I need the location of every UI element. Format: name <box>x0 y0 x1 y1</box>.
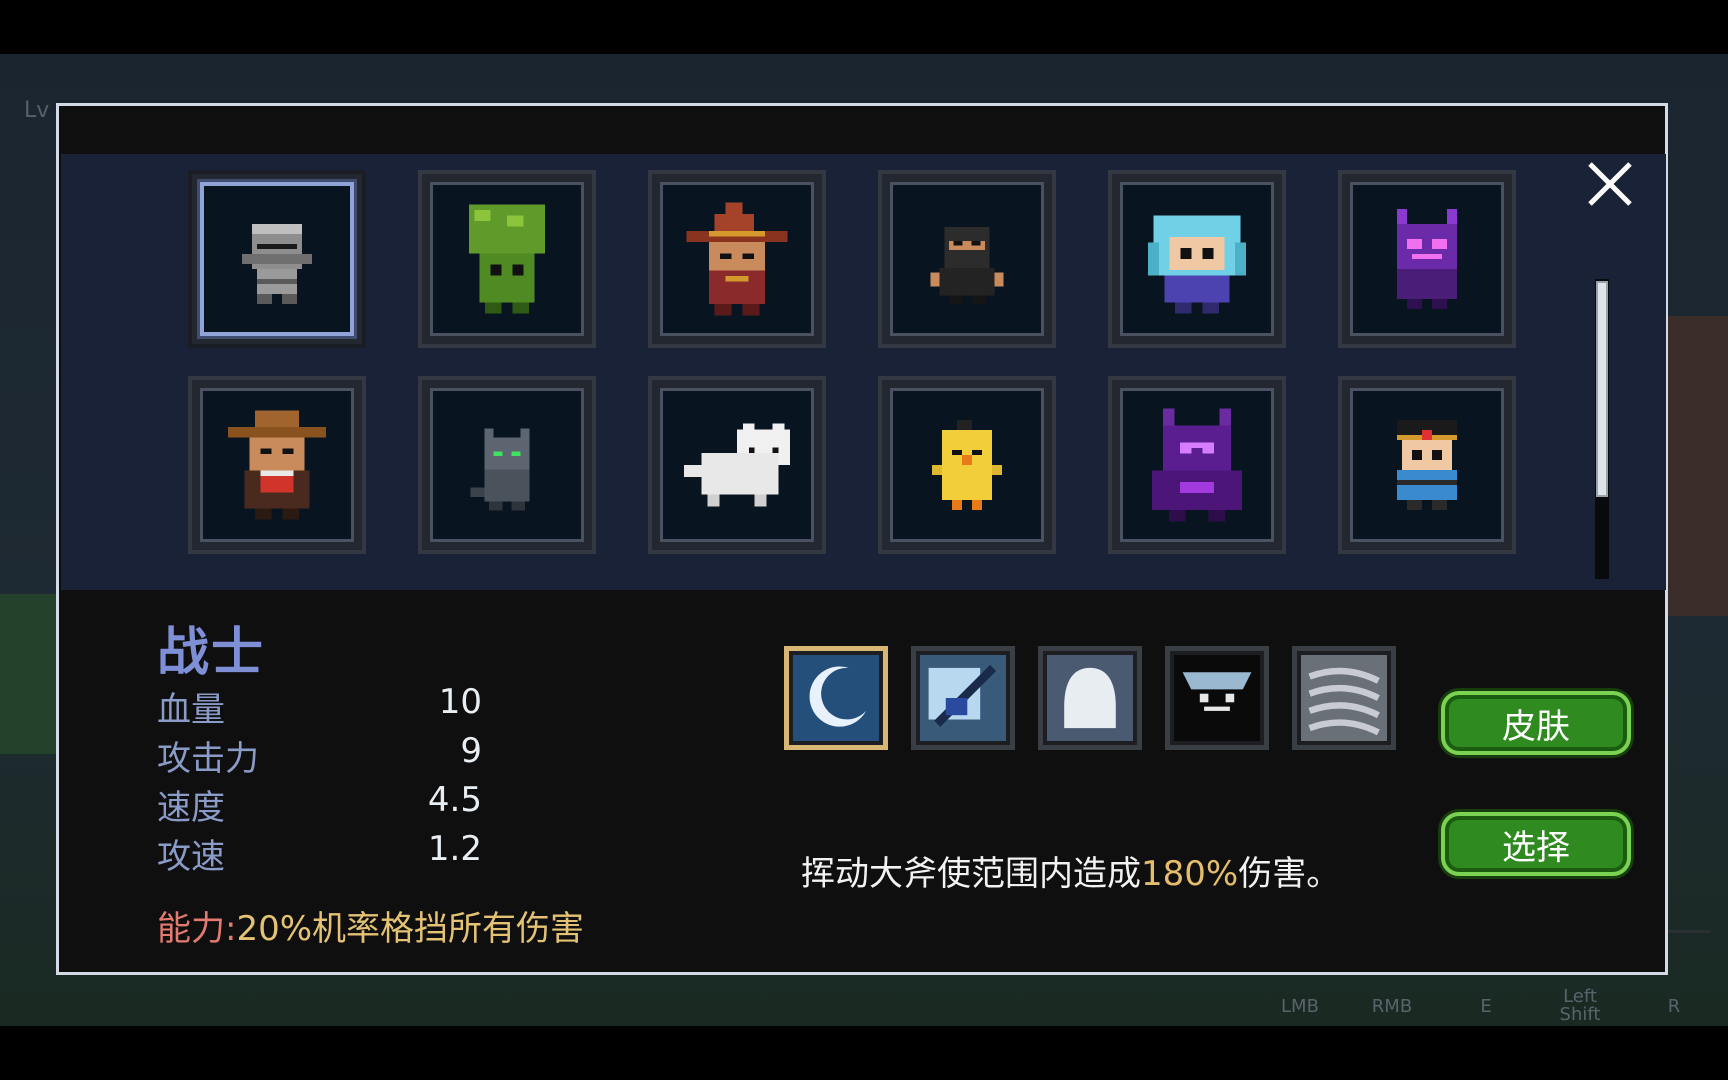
background-grass <box>0 594 60 754</box>
card-inner <box>660 388 814 542</box>
skill-description-highlight: 180% <box>1141 854 1239 894</box>
roster-scrollbar[interactable] <box>1595 279 1609 579</box>
yellow-chick-icon <box>932 420 1002 510</box>
hotkey-r: R <box>1667 996 1681 1017</box>
skill-description-end: 伤害。 <box>1238 854 1341 894</box>
hotkey-left-shift: Left Shift <box>1559 986 1601 1025</box>
character-card-witch[interactable] <box>648 170 826 348</box>
ability-text: 能力:20%机率格挡所有伤害 <box>157 901 584 950</box>
stat-value-speed: 4.5 <box>427 780 482 820</box>
skill-slot-spirit-face[interactable] <box>1165 646 1269 750</box>
character-card-ninja[interactable] <box>878 170 1056 348</box>
skin-button[interactable]: 皮肤 <box>1441 691 1631 755</box>
gray-cat-icon <box>470 428 530 511</box>
witch-icon <box>686 202 788 316</box>
skill-slot-axe[interactable] <box>911 646 1015 750</box>
cowboy-icon <box>227 410 327 520</box>
card-inner <box>1120 182 1274 336</box>
stat-value-hp: 10 <box>438 682 482 722</box>
character-card-purple-demon[interactable] <box>1338 170 1516 348</box>
ghost-shroud-icon <box>1047 655 1133 741</box>
spirit-face-icon <box>1174 655 1260 741</box>
background-house <box>1664 316 1728 616</box>
roster-scroll-thumb[interactable] <box>1596 281 1608 497</box>
card-inner <box>1350 182 1504 336</box>
purple-demon-icon <box>1397 209 1457 309</box>
character-card-broccoli[interactable] <box>418 170 596 348</box>
skill-description: 挥动大斧使范围内造成180%伤害。 <box>801 846 1340 895</box>
character-card-knight[interactable] <box>188 170 366 348</box>
axe-icon <box>920 655 1006 741</box>
hotkey-rmb: RMB <box>1371 996 1413 1017</box>
knight-helmet-icon <box>242 224 312 304</box>
character-select-panel: 战士 血量 10 攻击力 9 速度 4.5 攻速 1.2 能力:20%机率格挡所… <box>56 103 1668 975</box>
card-inner <box>200 388 354 542</box>
skill-slot-whirlwind[interactable] <box>1292 646 1396 750</box>
character-card-blue-hair-girl[interactable] <box>1108 170 1286 348</box>
character-name: 战士 <box>157 623 266 683</box>
card-inner <box>200 182 354 336</box>
close-icon <box>1588 162 1632 206</box>
card-inner <box>660 182 814 336</box>
stat-value-attack: 9 <box>460 731 482 771</box>
card-inner <box>430 182 584 336</box>
hotkey-lmb: LMB <box>1281 996 1319 1017</box>
purple-armor-icon <box>1151 408 1243 522</box>
hotkey-e: E <box>1480 996 1492 1017</box>
stat-value-attack-speed: 1.2 <box>427 829 482 869</box>
whirlwind-icon <box>1301 655 1387 741</box>
ability-label: 能力: <box>157 909 237 949</box>
stat-label-attack-speed: 攻速 <box>157 837 225 877</box>
character-card-yellow-chick[interactable] <box>878 376 1056 554</box>
broccoli-icon <box>468 204 546 314</box>
skill-description-text: 挥动大斧使范围内造成 <box>801 854 1141 894</box>
hud-level-label: Lv <box>24 98 50 123</box>
card-inner <box>430 388 584 542</box>
character-roster <box>61 154 1666 590</box>
stat-label-speed: 速度 <box>157 788 225 828</box>
character-card-white-cat[interactable] <box>648 376 826 554</box>
character-card-headband-boy[interactable] <box>1338 376 1516 554</box>
stat-label-attack: 攻击力 <box>157 739 259 779</box>
blue-hair-girl-icon <box>1147 215 1247 314</box>
character-card-gray-cat[interactable] <box>418 376 596 554</box>
card-inner <box>890 388 1044 542</box>
select-button[interactable]: 选择 <box>1441 812 1631 876</box>
close-button[interactable] <box>1580 154 1640 214</box>
skill-slot-ghost-shroud[interactable] <box>1038 646 1142 750</box>
ninja-icon <box>930 227 1004 305</box>
character-card-purple-armor[interactable] <box>1108 376 1286 554</box>
card-inner <box>1350 388 1504 542</box>
white-cat-icon <box>683 423 791 507</box>
skill-slot-crescent-slash[interactable] <box>784 646 888 750</box>
character-card-cowboy[interactable] <box>188 376 366 554</box>
ability-description: 20%机率格挡所有伤害 <box>236 909 585 949</box>
headband-boy-icon <box>1397 420 1457 510</box>
stat-label-hp: 血量 <box>157 690 225 730</box>
crescent-slash-icon <box>793 655 879 741</box>
card-inner <box>1120 388 1274 542</box>
card-inner <box>890 182 1044 336</box>
